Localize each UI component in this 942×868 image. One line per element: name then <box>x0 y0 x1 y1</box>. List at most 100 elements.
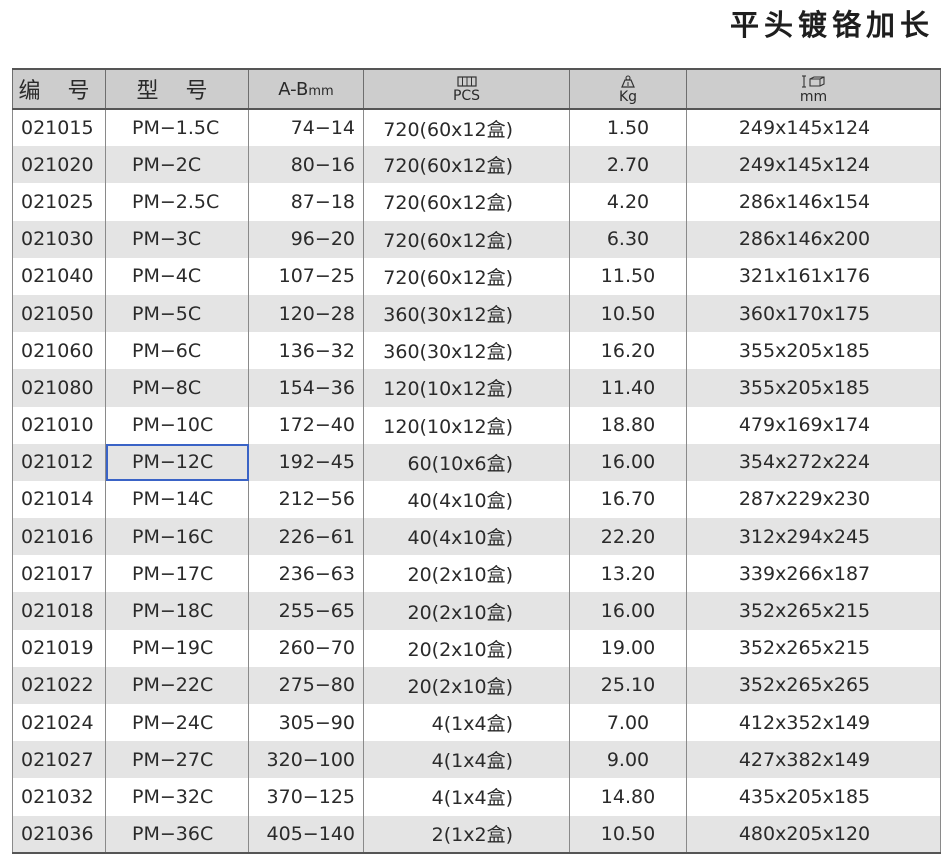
cell-dimensions[interactable]: 249x145x124 <box>686 146 941 184</box>
cell-pcs[interactable]: 720(60x12盒) <box>363 220 570 258</box>
cell-weight[interactable]: 6.30 <box>569 220 687 258</box>
cell-range[interactable]: 172−40 <box>248 406 364 444</box>
table-row[interactable]: 021016 PM−16C 226−61 40(4x10盒) 22.20 312x294x… <box>12 518 941 556</box>
cell-range[interactable]: 255−65 <box>248 592 364 630</box>
cell-model[interactable]: PM−16C <box>105 518 249 556</box>
cell-weight[interactable]: 25.10 <box>569 666 687 704</box>
cell-weight[interactable]: 1.50 <box>569 109 687 147</box>
cell-model[interactable]: PM−14C <box>105 480 249 519</box>
cell-weight[interactable]: 11.40 <box>569 369 687 407</box>
cell-dimensions[interactable]: 352x265x215 <box>686 592 941 630</box>
cell-range[interactable]: 192−45 <box>248 443 364 481</box>
cell-model[interactable]: PM−5C <box>105 294 249 333</box>
table-row[interactable]: 021024 PM−24C 305−90 4(1x4盒) 7.00 412x352x149 <box>12 704 941 742</box>
cell-code[interactable]: 021027 <box>12 741 106 779</box>
table-row[interactable]: 021060 PM−6C 136−32 360(30x12盒) 16.20 355x205… <box>12 332 941 370</box>
table-row[interactable]: 021020 PM−2C 80−16 720(60x12盒) 2.70 249x145x1… <box>12 146 941 184</box>
cell-weight[interactable]: 16.20 <box>569 332 687 370</box>
cell-dimensions[interactable]: 321x161x176 <box>686 257 941 295</box>
cell-pcs[interactable]: 720(60x12盒) <box>363 183 570 221</box>
cell-code[interactable]: 021014 <box>12 480 106 519</box>
cell-pcs[interactable]: 720(60x12盒) <box>363 109 570 147</box>
cell-model[interactable]: PM−17C <box>105 555 249 593</box>
cell-code[interactable]: 021015 <box>12 109 106 147</box>
cell-code[interactable]: 021030 <box>12 220 106 258</box>
table-row[interactable]: 021018 PM−18C 255−65 20(2x10盒) 16.00 352x265x… <box>12 592 941 630</box>
cell-pcs[interactable]: 120(10x12盒) <box>363 369 570 407</box>
cell-pcs[interactable]: 720(60x12盒) <box>363 257 570 295</box>
cell-range[interactable]: 405−140 <box>248 815 364 854</box>
table-row[interactable]: 021032 PM−32C 370−125 4(1x4盒) 14.80 435x205x1… <box>12 778 941 816</box>
cell-dimensions[interactable]: 352x265x265 <box>686 666 941 704</box>
cell-dimensions[interactable]: 479x169x174 <box>686 406 941 444</box>
cell-weight[interactable]: 4.20 <box>569 183 687 221</box>
cell-weight[interactable]: 13.20 <box>569 555 687 593</box>
cell-dimensions[interactable]: 355x205x185 <box>686 332 941 370</box>
cell-model[interactable]: PM−27C <box>105 741 249 779</box>
cell-range[interactable]: 136−32 <box>248 332 364 370</box>
cell-code[interactable]: 021050 <box>12 294 106 333</box>
cell-dimensions[interactable]: 360x170x175 <box>686 294 941 333</box>
cell-code[interactable]: 021017 <box>12 555 106 593</box>
cell-dimensions[interactable]: 355x205x185 <box>686 369 941 407</box>
table-row[interactable]: 021025 PM−2.5C 87−18 720(60x12盒) 4.20 286x146… <box>12 183 941 221</box>
cell-model[interactable]: PM−22C <box>105 666 249 704</box>
table-row[interactable]: 021015 PM−1.5C 74−14 720(60x12盒) 1.50 249x145… <box>12 109 941 147</box>
cell-dimensions[interactable]: 412x352x149 <box>686 704 941 742</box>
cell-pcs[interactable]: 20(2x10盒) <box>363 555 570 593</box>
cell-range[interactable]: 236−63 <box>248 555 364 593</box>
cell-weight[interactable]: 16.00 <box>569 443 687 481</box>
cell-pcs[interactable]: 120(10x12盒) <box>363 406 570 444</box>
cell-range[interactable]: 275−80 <box>248 666 364 704</box>
cell-weight[interactable]: 11.50 <box>569 257 687 295</box>
cell-range[interactable]: 74−14 <box>248 109 364 147</box>
cell-range[interactable]: 226−61 <box>248 518 364 556</box>
cell-weight[interactable]: 10.50 <box>569 815 687 854</box>
cell-model[interactable]: PM−4C <box>105 257 249 295</box>
cell-code[interactable]: 021036 <box>12 815 106 854</box>
cell-dimensions[interactable]: 286x146x200 <box>686 220 941 258</box>
cell-model[interactable]: PM−8C <box>105 369 249 407</box>
cell-weight[interactable]: 9.00 <box>569 741 687 779</box>
cell-range[interactable]: 260−70 <box>248 629 364 667</box>
cell-dimensions[interactable]: 435x205x185 <box>686 778 941 816</box>
cell-pcs[interactable]: 40(4x10盒) <box>363 518 570 556</box>
cell-model[interactable]: PM−10C <box>105 406 249 444</box>
cell-model[interactable]: PM−12C <box>105 443 249 481</box>
cell-dimensions[interactable]: 427x382x149 <box>686 741 941 779</box>
cell-code[interactable]: 021019 <box>12 629 106 667</box>
cell-model[interactable]: PM−6C <box>105 332 249 370</box>
cell-dimensions[interactable]: 249x145x124 <box>686 109 941 147</box>
cell-dimensions[interactable]: 480x205x120 <box>686 815 941 854</box>
cell-weight[interactable]: 18.80 <box>569 406 687 444</box>
cell-pcs[interactable]: 40(4x10盒) <box>363 480 570 519</box>
cell-dimensions[interactable]: 312x294x245 <box>686 518 941 556</box>
cell-dimensions[interactable]: 287x229x230 <box>686 480 941 519</box>
cell-pcs[interactable]: 4(1x4盒) <box>363 778 570 816</box>
cell-code[interactable]: 021024 <box>12 704 106 742</box>
cell-code[interactable]: 021022 <box>12 666 106 704</box>
cell-code[interactable]: 021025 <box>12 183 106 221</box>
table-row[interactable]: 021010 PM−10C 172−40 120(10x12盒) 18.80 479x16… <box>12 406 941 444</box>
cell-model[interactable]: PM−32C <box>105 778 249 816</box>
cell-weight[interactable]: 10.50 <box>569 294 687 333</box>
cell-model[interactable]: PM−1.5C <box>105 109 249 147</box>
cell-pcs[interactable]: 20(2x10盒) <box>363 592 570 630</box>
cell-range[interactable]: 212−56 <box>248 480 364 519</box>
cell-range[interactable]: 107−25 <box>248 257 364 295</box>
cell-code[interactable]: 021032 <box>12 778 106 816</box>
table-row[interactable]: 021017 PM−17C 236−63 20(2x10盒) 13.20 339x266x… <box>12 555 941 593</box>
cell-model[interactable]: PM−19C <box>105 629 249 667</box>
cell-range[interactable]: 96−20 <box>248 220 364 258</box>
table-row[interactable]: 021080 PM−8C 154−36 120(10x12盒) 11.40 355x205… <box>12 369 941 407</box>
table-row[interactable]: 021019 PM−19C 260−70 20(2x10盒) 19.00 352x265x… <box>12 629 941 667</box>
cell-code[interactable]: 021060 <box>12 332 106 370</box>
table-row[interactable]: 021022 PM−22C 275−80 20(2x10盒) 25.10 352x265x… <box>12 666 941 704</box>
cell-model[interactable]: PM−2C <box>105 146 249 184</box>
cell-range[interactable]: 320−100 <box>248 741 364 779</box>
cell-weight[interactable]: 16.70 <box>569 480 687 519</box>
cell-pcs[interactable]: 2(1x2盒) <box>363 815 570 854</box>
cell-code[interactable]: 021080 <box>12 369 106 407</box>
cell-dimensions[interactable]: 286x146x154 <box>686 183 941 221</box>
cell-code[interactable]: 021020 <box>12 146 106 184</box>
